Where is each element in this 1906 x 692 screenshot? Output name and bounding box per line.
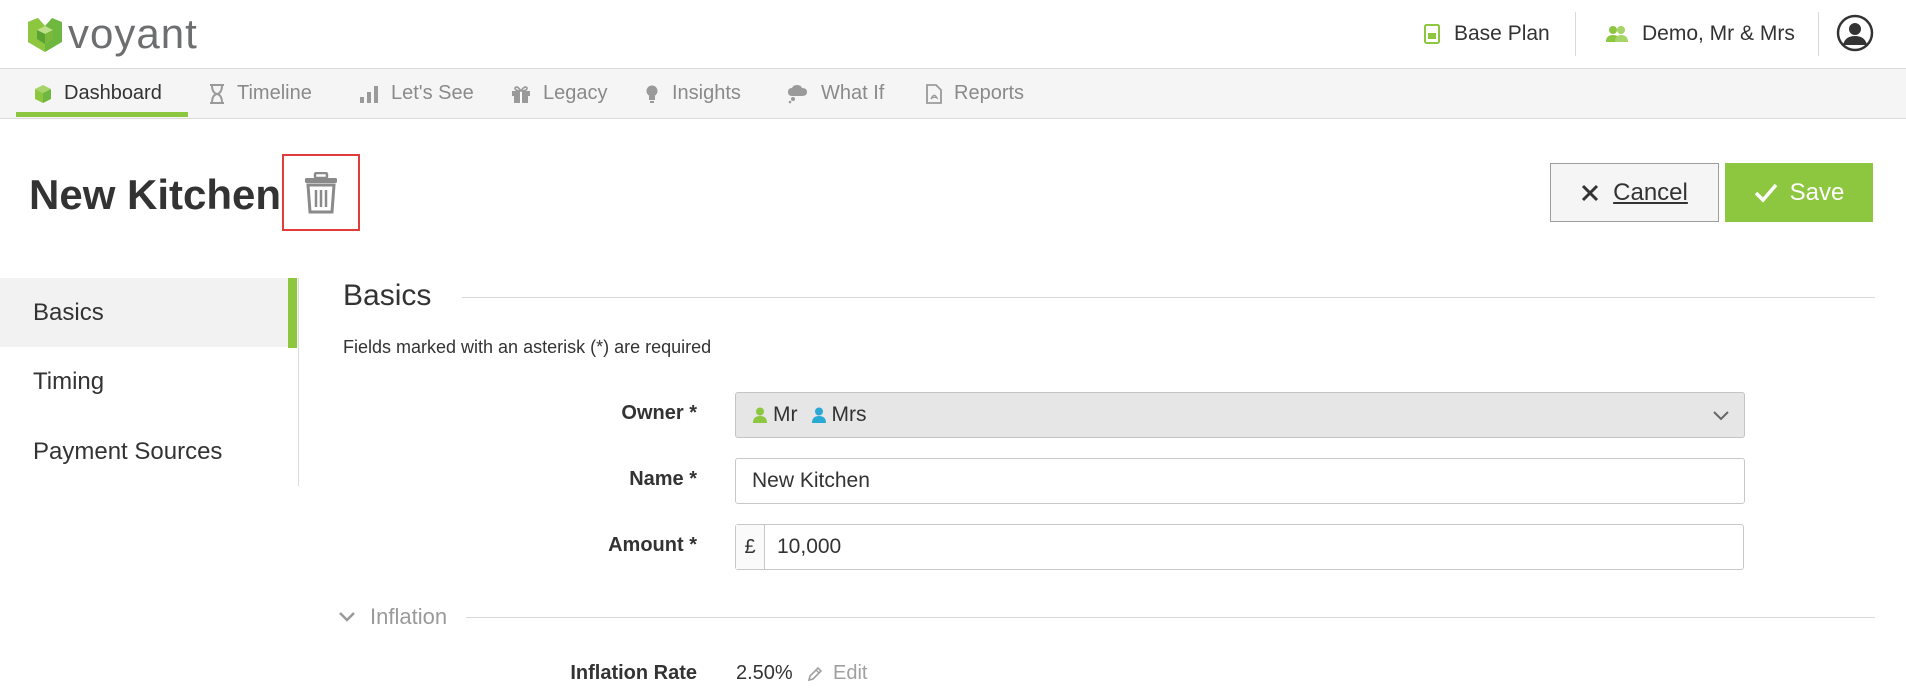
name-input[interactable] [735, 458, 1745, 504]
active-tab-indicator [16, 112, 188, 117]
brand-name: voyant [68, 10, 198, 57]
person-icon [811, 407, 826, 423]
edit-inflation-link[interactable]: Edit [807, 662, 867, 685]
inflation-rate-label: Inflation Rate [570, 662, 697, 684]
amount-field: £ [735, 524, 1744, 570]
owner-name: Mr [773, 403, 798, 426]
divider [466, 617, 1875, 618]
chevron-down-icon [338, 611, 356, 623]
nav-tab-legacy[interactable]: Legacy [511, 69, 608, 118]
trash-icon [303, 171, 339, 214]
section-menu-label: Payment Sources [33, 437, 223, 465]
nav-tab-label: What If [821, 82, 885, 104]
name-label: Name * [629, 468, 697, 490]
owner-name: Mrs [831, 403, 867, 426]
amount-label: Amount * [608, 534, 697, 556]
nav-tab-timeline[interactable]: Timeline [209, 69, 312, 118]
owner-chip-mrs: Mrs [811, 403, 867, 427]
inflation-toggle[interactable]: Inflation [338, 604, 447, 630]
close-icon [1581, 184, 1599, 202]
people-icon [1606, 25, 1628, 43]
save-button[interactable]: Save [1725, 163, 1873, 222]
nav-tab-label: Let's See [391, 82, 474, 104]
owner-chip-mr: Mr [753, 403, 798, 427]
delete-button[interactable] [282, 154, 360, 231]
nav-tab-lets-see[interactable]: Let's See [359, 69, 474, 118]
checkmark-icon [1754, 183, 1778, 203]
section-active-indicator [288, 278, 297, 348]
hourglass-icon [209, 83, 225, 104]
pencil-icon [807, 666, 823, 682]
inflation-rate-value: 2.50% [736, 662, 793, 684]
inflation-heading: Inflation [370, 604, 448, 629]
divider [1575, 12, 1576, 56]
currency-prefix: £ [736, 525, 765, 569]
amount-input[interactable] [765, 525, 1743, 569]
section-menu-label: Basics [33, 298, 104, 326]
cube-icon [34, 84, 52, 104]
voyant-logo-mark [28, 18, 62, 52]
nav-tab-what-if[interactable]: What If [787, 69, 884, 118]
edit-label: Edit [833, 662, 868, 684]
cancel-button[interactable]: Cancel [1550, 163, 1719, 222]
pdf-file-icon [926, 83, 942, 104]
person-icon [753, 407, 767, 423]
save-label: Save [1789, 178, 1845, 206]
lightbulb-icon [644, 84, 660, 104]
main-nav: Dashboard Timeline Let's See Legacy Insi… [0, 69, 1906, 119]
cancel-label: Cancel [1613, 178, 1688, 206]
nav-tab-label: Insights [672, 82, 741, 104]
section-menu-basics[interactable]: Basics [0, 278, 298, 347]
client-label: Demo, Mr & Mrs [1642, 22, 1795, 45]
nav-tab-dashboard[interactable]: Dashboard [34, 69, 162, 118]
section-menu-payment-sources[interactable]: Payment Sources [0, 417, 298, 486]
section-heading: Basics [343, 279, 432, 312]
nav-tab-reports[interactable]: Reports [926, 69, 1024, 118]
section-menu-timing[interactable]: Timing [0, 347, 298, 416]
nav-tab-label: Legacy [543, 82, 608, 104]
bar-chart-icon [359, 85, 379, 103]
section-menu: Basics Timing Payment Sources [0, 278, 299, 486]
plan-document-icon [1424, 24, 1440, 44]
divider [462, 297, 1875, 298]
voyant-logo[interactable]: voyant [28, 10, 198, 57]
required-note: Fields marked with an asterisk (*) are r… [343, 337, 712, 357]
nav-tab-label: Timeline [237, 82, 312, 104]
divider [1818, 12, 1819, 56]
owner-select[interactable]: Mr Mrs [735, 392, 1745, 438]
page-title: New Kitchen [29, 171, 282, 218]
client-selector[interactable]: Demo, Mr & Mrs [1606, 18, 1795, 50]
thought-cloud-icon [787, 84, 809, 104]
base-plan-selector[interactable]: Base Plan [1424, 18, 1550, 50]
nav-tab-insights[interactable]: Insights [644, 69, 741, 118]
top-bar: voyant Base Plan Demo, Mr & Mrs [0, 0, 1906, 69]
base-plan-label: Base Plan [1454, 22, 1550, 45]
gift-icon [511, 84, 531, 104]
chevron-down-icon [1712, 406, 1730, 430]
section-menu-label: Timing [33, 367, 105, 395]
user-circle-icon[interactable] [1836, 14, 1874, 52]
owner-label: Owner * [621, 402, 697, 424]
nav-tab-label: Reports [954, 82, 1025, 104]
nav-tab-label: Dashboard [64, 82, 162, 104]
